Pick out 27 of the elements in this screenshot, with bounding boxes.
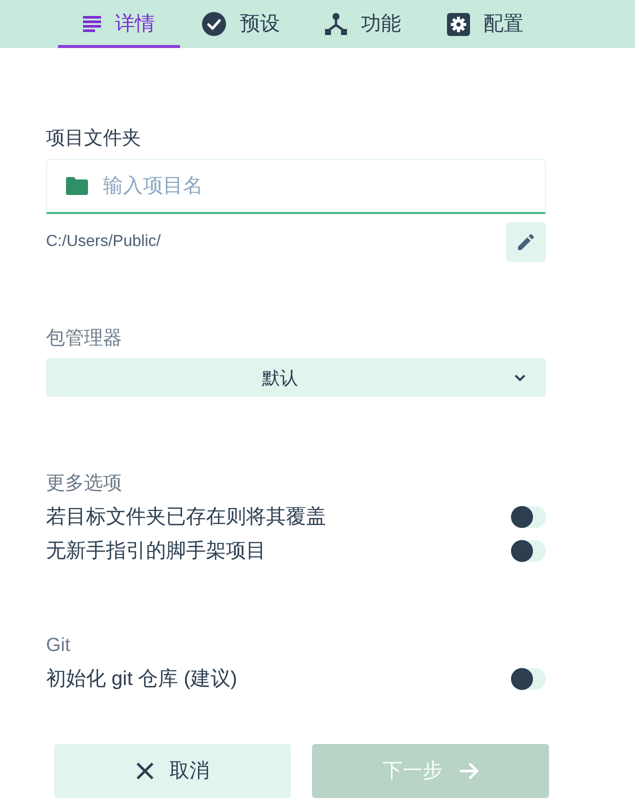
project-name-input[interactable]: 输入项目名 xyxy=(46,159,546,214)
tab[interactable]: 预设 xyxy=(180,0,302,48)
field-label: 项目文件夹 xyxy=(46,128,141,150)
option-label: 初始化 git 仓库 (建议) xyxy=(46,667,238,691)
chevron-down-icon xyxy=(514,374,526,382)
node-tree-icon xyxy=(325,13,347,35)
edit-path-button[interactable] xyxy=(506,222,546,262)
field-label: 包管理器 xyxy=(46,328,122,350)
section-heading: 更多选项 xyxy=(46,473,122,495)
package-manager-select[interactable]: 默认 xyxy=(46,358,546,397)
tab[interactable]: 详情 xyxy=(58,0,180,48)
check-circle-icon xyxy=(202,12,226,36)
section-heading: Git xyxy=(46,635,70,657)
settings-icon xyxy=(446,12,470,36)
tab[interactable]: 配置 xyxy=(424,0,546,48)
toggle-switch[interactable] xyxy=(511,540,546,562)
list-icon xyxy=(83,16,101,32)
toggle-switch[interactable] xyxy=(511,506,546,528)
option-label: 若目标文件夹已存在则将其覆盖 xyxy=(46,505,326,529)
pencil-icon xyxy=(518,234,534,250)
arrow-right-icon xyxy=(458,762,478,780)
toggle-switch[interactable] xyxy=(511,668,546,690)
option-label: 无新手指引的脚手架项目 xyxy=(46,539,266,563)
folder-path: C:/Users/Public/ xyxy=(46,232,161,252)
close-icon xyxy=(136,762,154,780)
tab[interactable]: 功能 xyxy=(302,0,424,48)
cancel-button[interactable]: 取消 xyxy=(54,744,291,798)
